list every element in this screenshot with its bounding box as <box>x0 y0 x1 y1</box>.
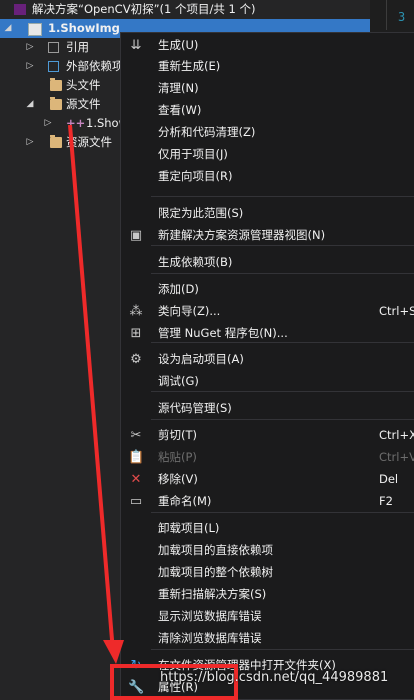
watermark: https://blog.csdn.net/qq_44989881 <box>160 670 389 685</box>
annotation-arrow <box>68 124 124 664</box>
arrow-head <box>103 640 124 664</box>
arrow-shaft <box>68 124 115 653</box>
